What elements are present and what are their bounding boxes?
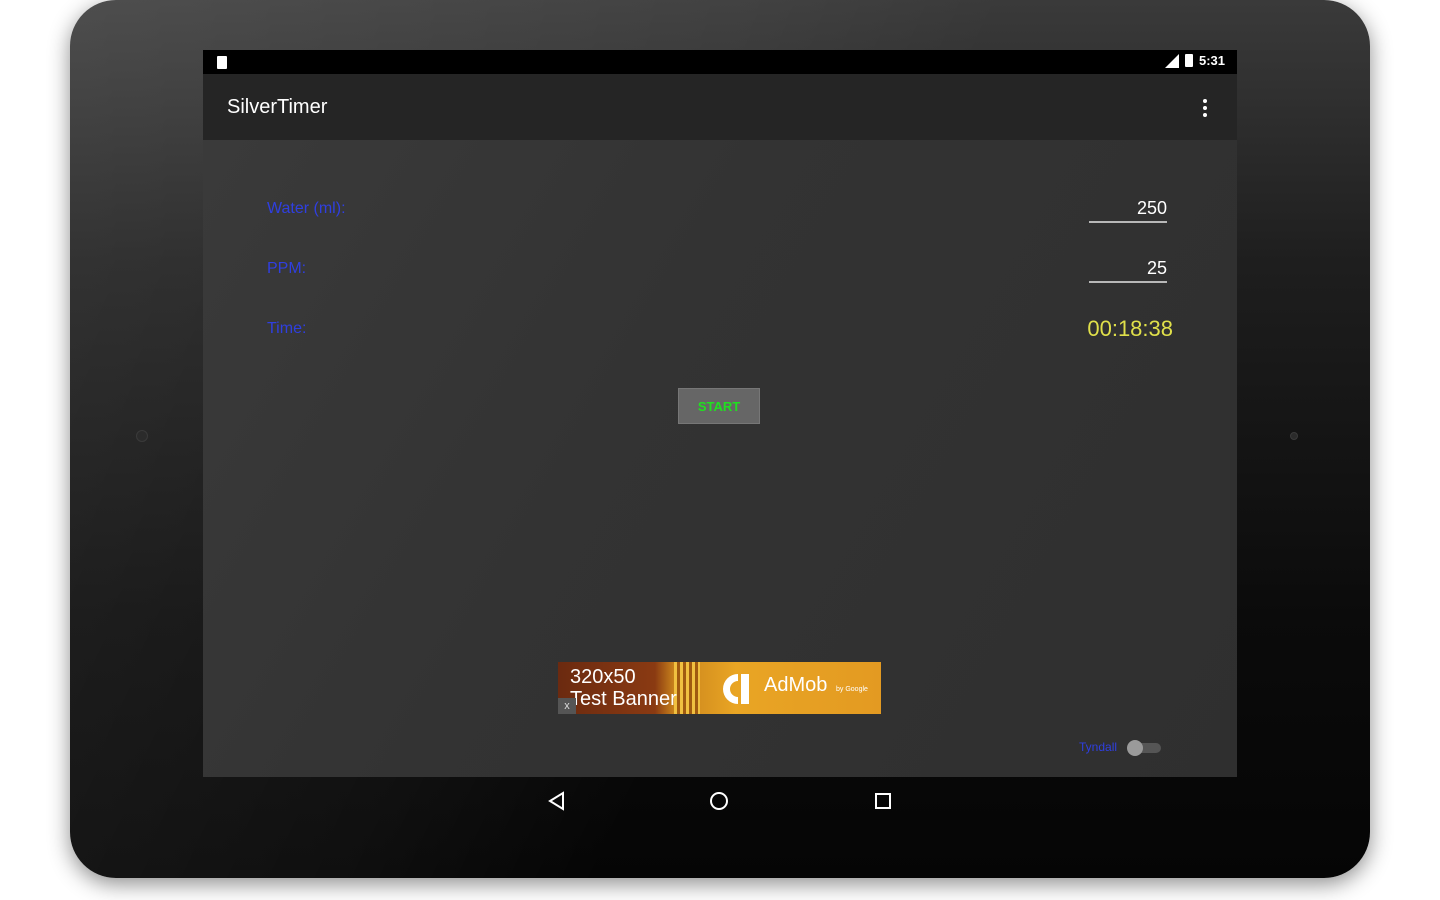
toggle-label: Tyndall — [1079, 740, 1118, 754]
time-value: 00:18:38 — [1087, 316, 1173, 341]
front-camera — [136, 430, 148, 442]
admob-brand-sub: by Google — [836, 686, 868, 693]
status-bar: 5:31 — [203, 50, 1237, 74]
back-triangle-icon — [548, 791, 564, 811]
back-icon[interactable] — [543, 787, 571, 815]
recents-icon[interactable] — [869, 787, 897, 815]
ad-test-text: Test Banner — [570, 688, 677, 710]
admob-brand: AdMob — [764, 674, 828, 696]
sensor-dot — [1290, 432, 1298, 440]
overflow-dot — [1203, 113, 1207, 117]
action-bar: SilverTimer — [203, 74, 1237, 140]
ppm-label: PPM: — [267, 260, 307, 277]
admob-logo-icon — [723, 674, 749, 704]
recents-square-icon — [875, 793, 891, 809]
ad-size-text: 320x50 — [570, 666, 636, 688]
time-label: Time: — [267, 320, 307, 337]
screen: 5:31 SilverTimer Water (ml): PPM: Time: … — [203, 50, 1237, 777]
ad-banner[interactable]: 320x50 Test Banner x AdMob by Google — [558, 662, 881, 714]
overflow-dot — [1203, 99, 1207, 103]
water-input[interactable] — [1089, 198, 1167, 223]
home-circle-icon — [710, 792, 728, 810]
ad-stripes — [674, 662, 700, 714]
tyndall-toggle[interactable] — [1127, 740, 1161, 756]
toggle-thumb — [1127, 740, 1143, 756]
battery-icon — [1184, 54, 1193, 67]
main-content: Water (ml): PPM: Time: 00:18:38 START 32… — [203, 140, 1237, 777]
overflow-dot — [1203, 106, 1207, 110]
home-icon[interactable] — [705, 787, 733, 815]
ppm-input[interactable] — [1089, 258, 1167, 283]
status-bar-right: 5:31 — [1164, 53, 1225, 68]
water-label: Water (ml): — [267, 200, 346, 217]
signal-icon — [1164, 53, 1179, 68]
ad-close-icon[interactable]: x — [558, 698, 576, 714]
status-time: 5:31 — [1198, 53, 1225, 68]
overflow-menu-icon[interactable] — [1193, 96, 1217, 120]
start-button[interactable]: START — [678, 388, 760, 424]
app-title: SilverTimer — [227, 96, 328, 118]
notification-icon — [217, 56, 227, 69]
navigation-bar — [203, 777, 1237, 825]
